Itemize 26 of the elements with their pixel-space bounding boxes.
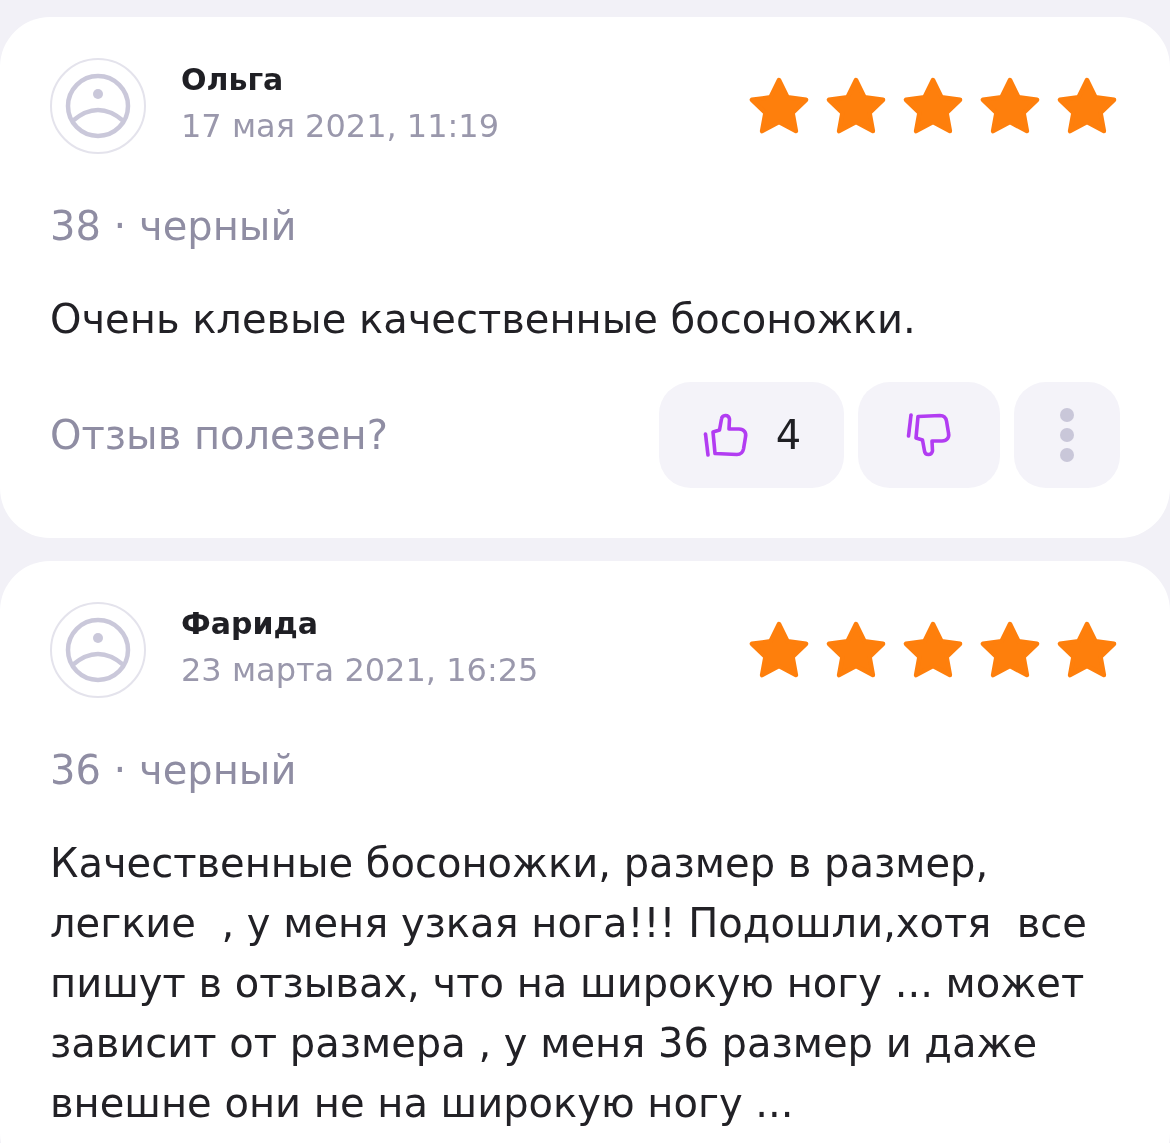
star-icon bbox=[748, 620, 810, 680]
dislike-button[interactable] bbox=[858, 382, 1000, 488]
like-button[interactable]: 4 bbox=[659, 382, 844, 488]
avatar-icon bbox=[50, 58, 146, 154]
star-icon bbox=[825, 620, 887, 680]
author-name: Фарида bbox=[181, 605, 319, 643]
thumbs-up-icon bbox=[701, 411, 750, 459]
star-icon bbox=[902, 620, 964, 680]
star-icon bbox=[979, 76, 1041, 136]
avatar-icon bbox=[50, 602, 146, 698]
review-text: Очень клевые качественные босоножки. bbox=[50, 295, 917, 344]
thumbs-down-icon bbox=[905, 411, 953, 459]
star-icon bbox=[979, 620, 1041, 680]
review-date: 23 марта 2021, 16:25 bbox=[181, 650, 540, 691]
review-text: Качественные босоножки, размер в размер, легкие , у меня узкая нога!!! Подошли,хотя все пишут в отзывах, что на широкую ногу ... может зависит от размера , у меня 36 размер и даже внешне они не на широкую ногу ... bbox=[50, 839, 1088, 1128]
star-icon bbox=[902, 76, 964, 136]
more-vertical-icon bbox=[1059, 407, 1075, 463]
star-icon bbox=[1056, 76, 1118, 136]
star-icon bbox=[1056, 620, 1118, 680]
helpful-question: Отзыв полезен? bbox=[50, 412, 388, 458]
product-variant: 38 · черный bbox=[50, 202, 298, 251]
star-icon bbox=[748, 76, 810, 136]
review-date: 17 мая 2021, 11:19 bbox=[181, 106, 501, 147]
star-icon bbox=[825, 76, 887, 136]
author-name: Ольга bbox=[181, 61, 285, 99]
product-variant: 36 · черный bbox=[50, 746, 298, 795]
